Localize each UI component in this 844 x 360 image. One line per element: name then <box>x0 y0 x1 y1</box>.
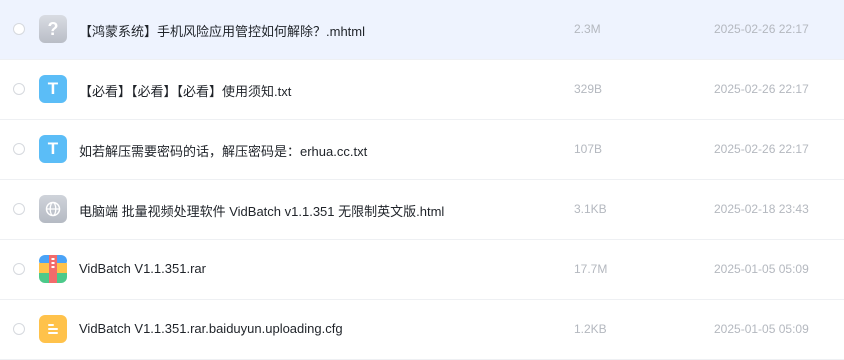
file-size: 107B <box>574 142 603 156</box>
row-checkbox[interactable] <box>13 143 25 155</box>
unknown-file-icon: ? <box>39 15 67 43</box>
file-size: 2.3M <box>574 22 601 36</box>
row-checkbox[interactable] <box>13 83 25 95</box>
file-size: 17.7M <box>574 262 608 276</box>
file-date: 2025-02-26 22:17 <box>714 142 809 156</box>
file-row[interactable]: VidBatch V1.1.351.rar.baiduyun.uploading… <box>0 300 844 360</box>
row-checkbox[interactable] <box>13 203 25 215</box>
icon-glyph: ? <box>47 18 59 39</box>
file-date: 2025-02-26 22:17 <box>714 82 809 96</box>
file-row[interactable]: T 如若解压需要密码的话，解压密码是：erhua.cc.txt 107B 202… <box>0 120 844 180</box>
file-date: 2025-01-05 05:09 <box>714 322 809 336</box>
file-row[interactable]: 电脑端 批量视频处理软件 VidBatch v1.1.351 无限制英文版.ht… <box>0 180 844 240</box>
file-row[interactable]: VidBatch V1.1.351.rar 17.7M 2025-01-05 0… <box>0 240 844 300</box>
file-date: 2025-02-18 23:43 <box>714 202 809 216</box>
file-name[interactable]: VidBatch V1.1.351.rar <box>79 261 206 276</box>
icon-glyph: T <box>47 79 59 98</box>
lines-icon <box>48 324 58 334</box>
zip-icon <box>39 255 67 283</box>
file-row[interactable]: ? 【鸿蒙系统】手机风险应用管控如何解除？.mhtml 2.3M 2025-02… <box>0 0 844 60</box>
file-name[interactable]: VidBatch V1.1.351.rar.baiduyun.uploading… <box>79 321 343 336</box>
globe-icon <box>45 201 61 217</box>
file-row[interactable]: T 【必看】【必看】【必看】使用须知.txt 329B 2025-02-26 2… <box>0 60 844 120</box>
file-name[interactable]: 如若解压需要密码的话，解压密码是：erhua.cc.txt <box>79 141 367 160</box>
icon-glyph: T <box>47 139 59 158</box>
row-checkbox[interactable] <box>13 263 25 275</box>
file-size: 1.2KB <box>574 322 607 336</box>
file-size: 3.1KB <box>574 202 607 216</box>
file-size: 329B <box>574 82 603 96</box>
web-file-icon <box>39 195 67 223</box>
row-checkbox[interactable] <box>13 23 25 35</box>
file-date: 2025-02-26 22:17 <box>714 22 809 36</box>
file-date: 2025-01-05 05:09 <box>714 262 809 276</box>
file-name[interactable]: 【鸿蒙系统】手机风险应用管控如何解除？.mhtml <box>79 21 365 40</box>
archive-file-icon <box>39 255 67 283</box>
row-checkbox[interactable] <box>13 323 25 335</box>
txt-file-icon: T <box>39 135 67 163</box>
document-file-icon <box>39 315 67 343</box>
file-name[interactable]: 【必看】【必看】【必看】使用须知.txt <box>79 81 291 100</box>
file-name[interactable]: 电脑端 批量视频处理软件 VidBatch v1.1.351 无限制英文版.ht… <box>79 201 444 220</box>
txt-file-icon: T <box>39 75 67 103</box>
file-list: ? 【鸿蒙系统】手机风险应用管控如何解除？.mhtml 2.3M 2025-02… <box>0 0 844 360</box>
